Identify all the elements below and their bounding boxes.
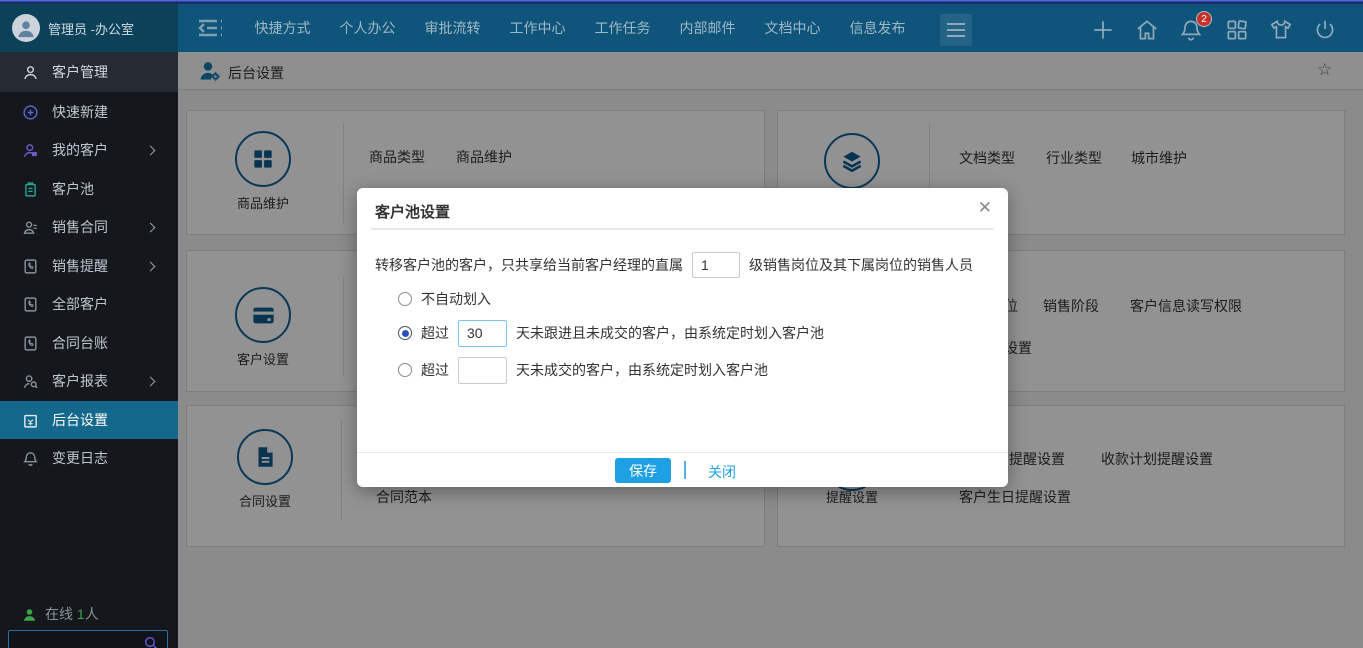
option-label: 不自动划入	[421, 289, 491, 309]
avatar	[12, 14, 40, 42]
transfer-rule-prefix: 转移客户池的客户，只共享给当前客户经理的直属	[375, 255, 683, 275]
person-contract-icon	[22, 219, 39, 236]
chevron-right-icon	[146, 145, 156, 155]
chevron-right-icon	[146, 376, 156, 386]
sidebar-item-label: 后台设置	[52, 410, 108, 430]
nav-item-shortcuts[interactable]: 快捷方式	[254, 18, 311, 38]
sidebar-section-customer-management[interactable]: 客户管理	[0, 52, 178, 92]
sidebar-item-quick-create[interactable]: 快速新建	[0, 93, 178, 131]
search-icon[interactable]	[143, 635, 159, 648]
option-no-auto: 不自动划入	[398, 285, 491, 313]
user-name: 管理员 -办公室	[48, 19, 134, 38]
radio-no-auto[interactable]	[398, 292, 412, 306]
sidebar-section-label: 客户管理	[52, 62, 108, 82]
sidebar-item-label: 合同台账	[52, 333, 108, 353]
divider	[357, 452, 1008, 453]
shirt-theme-icon[interactable]	[1268, 17, 1294, 43]
sidebar-item-sales-reminder[interactable]: 销售提醒	[0, 247, 178, 285]
online-unit: 人	[85, 606, 99, 622]
sidebar-item-contract-ledger[interactable]: 合同台账	[0, 324, 178, 362]
main-content: 后台设置 ☆ 商品维护 商品类型 商品维护 文档类型 行业类型 城市维护	[178, 52, 1363, 648]
sidebar-item-sales-contract[interactable]: 销售合同	[0, 208, 178, 246]
option-prefix: 超过	[421, 360, 449, 380]
bell-icon	[22, 450, 39, 467]
divider	[371, 228, 994, 230]
phone-book-icon	[22, 258, 39, 275]
home-icon[interactable]	[1134, 17, 1160, 43]
person-search-icon	[22, 373, 39, 390]
top-bar: 管理员 -办公室 快捷方式 个人办公 审批流转 工作中心 工作任务 内部邮件 文…	[0, 4, 1363, 52]
days-no-deal-input[interactable]	[458, 357, 507, 384]
phone-book-icon	[22, 335, 39, 352]
sidebar-item-label: 全部客户	[52, 294, 108, 314]
sidebar-item-change-log[interactable]: 变更日志	[0, 439, 178, 477]
sidebar-collapse-icon[interactable]	[196, 16, 226, 40]
nav-item-work-tasks[interactable]: 工作任务	[594, 18, 651, 38]
close-icon[interactable]: ✕	[978, 198, 992, 218]
level-input[interactable]	[692, 252, 740, 278]
sidebar-item-label: 销售提醒	[52, 256, 108, 276]
sidebar-item-my-customers[interactable]: 我的客户	[0, 131, 178, 169]
transfer-rule-row: 转移客户池的客户，只共享给当前客户经理的直属 级销售岗位及其下属岗位的销售人员	[375, 252, 973, 278]
sidebar-item-label: 销售合同	[52, 217, 108, 237]
option-suffix: 天未跟进且未成交的客户，由系统定时划入客户池	[516, 323, 824, 343]
chevron-right-icon	[146, 261, 156, 271]
days-no-followup-input[interactable]	[458, 320, 507, 347]
sidebar-item-customer-pool[interactable]: 客户池	[0, 170, 178, 208]
sidebar-item-backend-settings[interactable]: 后台设置	[0, 401, 178, 439]
add-icon[interactable]	[1090, 17, 1116, 43]
nav-item-info-publish[interactable]: 信息发布	[849, 18, 906, 38]
option-suffix: 天未成交的客户，由系统定时划入客户池	[516, 360, 768, 380]
customer-pool-settings-dialog: 客户池设置 ✕ 转移客户池的客户，只共享给当前客户经理的直属 级销售岗位及其下属…	[357, 188, 1008, 487]
nav-item-approval-flow[interactable]: 审批流转	[424, 18, 481, 38]
settings-calendar-icon	[22, 412, 39, 429]
nav-item-internal-mail[interactable]: 内部邮件	[679, 18, 736, 38]
sidebar-item-label: 客户报表	[52, 371, 108, 391]
clipboard-icon	[22, 181, 39, 198]
plus-circle-icon	[22, 104, 39, 121]
user-menu[interactable]: 管理员 -办公室	[0, 4, 178, 52]
nav-item-document-center[interactable]: 文档中心	[764, 18, 821, 38]
sidebar-item-label: 快速新建	[52, 102, 108, 122]
phone-book-icon	[22, 296, 39, 313]
sidebar-item-all-customers[interactable]: 全部客户	[0, 285, 178, 323]
save-button[interactable]: 保存	[615, 458, 671, 483]
nav-item-work-center[interactable]: 工作中心	[509, 18, 566, 38]
person-icon	[22, 142, 39, 159]
option-prefix: 超过	[421, 323, 449, 343]
sidebar: 客户管理 快速新建 我的客户 客户池 销售合同	[0, 52, 178, 648]
sidebar-item-label: 我的客户	[52, 140, 108, 160]
sidebar-search-input[interactable]	[8, 630, 168, 648]
online-status: 在线 1人	[22, 604, 99, 624]
more-menu-icon[interactable]	[940, 14, 972, 46]
app-window: 管理员 -办公室 快捷方式 个人办公 审批流转 工作中心 工作任务 内部邮件 文…	[0, 0, 1363, 648]
button-separator	[684, 461, 686, 479]
online-label: 在线	[45, 606, 73, 622]
chevron-right-icon	[146, 222, 156, 232]
close-button[interactable]: 关闭	[708, 462, 736, 482]
power-logout-icon[interactable]	[1312, 17, 1338, 43]
radio-no-followup[interactable]	[398, 326, 412, 340]
dialog-title: 客户池设置	[375, 201, 450, 222]
nav-item-personal-office[interactable]: 个人办公	[339, 18, 396, 38]
option-no-followup: 超过 天未跟进且未成交的客户，由系统定时划入客户池	[398, 319, 824, 347]
sidebar-item-label: 变更日志	[52, 448, 108, 468]
sidebar-item-customer-reports[interactable]: 客户报表	[0, 362, 178, 400]
apps-grid-icon[interactable]	[1224, 17, 1250, 43]
top-navigation: 快捷方式 个人办公 审批流转 工作中心 工作任务 内部邮件 文档中心 信息发布	[254, 4, 906, 52]
person-icon	[22, 64, 39, 81]
radio-no-deal[interactable]	[398, 363, 412, 377]
transfer-rule-suffix: 级销售岗位及其下属岗位的销售人员	[749, 255, 973, 275]
notification-badge: 2	[1196, 11, 1212, 27]
sidebar-item-label: 客户池	[52, 179, 94, 199]
online-count: 1	[77, 606, 85, 622]
option-no-deal: 超过 天未成交的客户，由系统定时划入客户池	[398, 356, 768, 384]
online-person-icon	[22, 607, 37, 622]
